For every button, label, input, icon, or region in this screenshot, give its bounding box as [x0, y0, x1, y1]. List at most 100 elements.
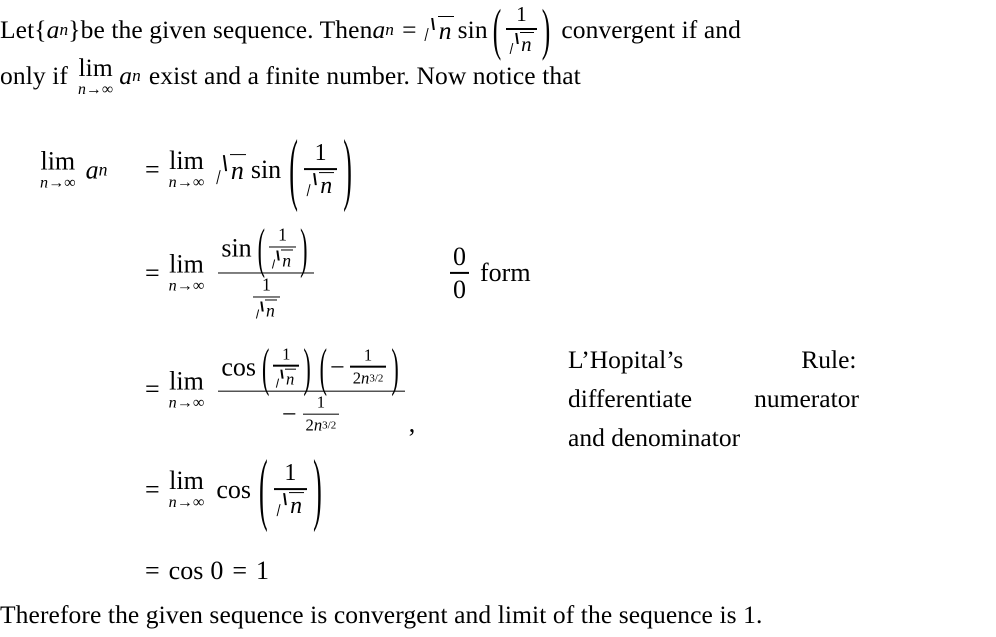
radicand-n: n: [289, 491, 305, 519]
fraction-numerator: 1: [314, 140, 327, 167]
paren-open: (: [492, 0, 502, 62]
main-fraction-bar: [218, 390, 405, 392]
brace-close: }: [68, 14, 81, 44]
annotation-and-denominator: and denominator: [568, 422, 741, 452]
limit-label: lim: [169, 146, 204, 176]
cos-arg-denominator: n: [273, 368, 299, 388]
limit-arrow: →: [48, 174, 65, 192]
limit-label: lim: [169, 466, 204, 496]
minus-sign-denominator: −: [281, 399, 297, 429]
limit-operator: lim n→∞: [169, 468, 205, 511]
fraction-numerator: cos ( 1 n ) (− 1 2 n 3/2): [218, 339, 404, 395]
limit-operator: lim n→∞: [169, 148, 205, 191]
radicand-n: n: [229, 154, 246, 185]
paren-close: ): [303, 336, 311, 397]
fraction-one-over-sqrt-n: 1 n: [506, 3, 537, 56]
radicand-n: n: [520, 31, 534, 56]
cos-function: cos: [216, 475, 251, 504]
fraction-denominator: − 1 2 n 3/2: [279, 393, 344, 435]
limit-infinity: ∞: [192, 174, 205, 192]
relation-equals: =: [145, 375, 160, 404]
equals-sign: =: [232, 556, 248, 585]
equals-sign: =: [402, 14, 417, 44]
derivative-fraction-bar: [349, 366, 387, 368]
sqrt-n: n: [425, 15, 454, 44]
fraction-denominator: 1 n: [248, 276, 285, 321]
inner-numerator: 1: [278, 224, 287, 245]
limit-subscript: n→∞: [78, 80, 114, 98]
sin-function: sin: [457, 14, 488, 44]
equation-5-rhs: = cos 0 = 1: [145, 556, 269, 586]
equation-1-rhs: = lim n→∞ n sin ( 1 n): [145, 124, 360, 214]
intro-paragraph-line-1: Let { a n } be the given sequence. Then …: [0, 0, 996, 62]
limit-operator: lim n→∞: [169, 251, 205, 294]
cos-function: cos: [168, 556, 204, 585]
term-symbol-a: a: [372, 14, 386, 44]
radical-sign: [256, 300, 265, 321]
radicand-n: n: [281, 249, 294, 271]
radical-sign: [425, 16, 438, 44]
sqrt-n-denominator: n: [256, 299, 277, 321]
sin-function: sin: [250, 155, 282, 184]
limit-infinity: ∞: [192, 494, 205, 512]
fraction-bar: [303, 168, 338, 170]
inner-fraction-bar: [269, 246, 297, 248]
limit-infinity: ∞: [101, 80, 114, 98]
limit-subscript: n→∞: [40, 175, 76, 191]
variable-n: n: [313, 415, 323, 435]
sqrt-n-inner: n: [272, 249, 294, 271]
sequence-subscript-n: n: [59, 20, 69, 40]
conclusion-paragraph: Therefore the given sequence is converge…: [0, 602, 996, 628]
fraction-denominator: n: [304, 171, 337, 199]
radical-sign: [216, 154, 230, 186]
inner-denominator: n: [269, 249, 296, 271]
fraction-numerator: sin ( 1 n ): [218, 218, 314, 276]
variable-n: n: [361, 368, 370, 388]
intro-text-exist-finite: exist and a finite number. Now notice th…: [148, 61, 581, 91]
annotation-numerator: numerator: [754, 383, 859, 413]
sin-function: sin: [221, 233, 252, 263]
limit-label: lim: [78, 53, 113, 82]
limit-var: n: [40, 174, 49, 192]
denominator-fraction-bar: [252, 296, 280, 298]
limit-subscript: n→∞: [169, 278, 205, 294]
cos-argument-zero: 0: [210, 556, 224, 585]
intro-text-given-sequence: be the given sequence. Then: [80, 14, 373, 44]
intro-text-only-if: only if: [0, 61, 68, 91]
limit-subscript: n→∞: [169, 495, 205, 511]
limit-arrow: →: [176, 277, 193, 295]
limit-label: lim: [169, 249, 204, 279]
limit-var: n: [168, 174, 177, 192]
term-symbol-a: a: [85, 155, 99, 184]
limit-arrow: →: [176, 394, 193, 412]
limit-value-one: 1: [256, 556, 270, 585]
paren-close: ): [541, 0, 551, 62]
paren-open: (: [257, 216, 266, 279]
denominator-fraction: 1 n: [252, 276, 280, 321]
annotation-row-3: and denominator: [568, 419, 859, 458]
limit-operator: lim n→∞: [78, 55, 113, 97]
brace-open: {: [34, 14, 47, 44]
annotation-row-1: L’Hopital’s Rule:: [568, 341, 859, 380]
equation-3-rhs: = lim n→∞ cos ( 1 n) (− 1 2 n 3/2) − …: [145, 339, 415, 438]
paren-open: (: [262, 336, 270, 397]
limit-label: lim: [40, 146, 76, 176]
paren-close-derivative: ): [391, 336, 399, 397]
fraction-bar: [273, 488, 308, 490]
intro-paragraph-line-2: only if lim n→∞ a n exist and a finite n…: [0, 55, 996, 97]
denominator-derivative-fraction: 1 2 n 3/2: [302, 393, 340, 435]
minus-sign: −: [330, 352, 345, 382]
radical-sign: [277, 492, 289, 519]
annotation-lhopitals: L’Hopital’s: [568, 345, 684, 374]
denominator-denominator: n: [253, 299, 280, 321]
equation-2-rhs: = lim n→∞ sin ( 1 n) 1 n: [145, 218, 316, 321]
sqrt-n-cos-arg: n: [276, 368, 297, 388]
annotation-differentiate: differentiate: [568, 383, 693, 413]
relation-equals: =: [145, 258, 160, 287]
note-fraction-bar: [450, 272, 469, 274]
sqrt-n: n: [216, 154, 246, 186]
conclusion-text: Therefore the given sequence is converge…: [0, 600, 763, 629]
coefficient-2: 2: [352, 368, 362, 388]
relation-equals: =: [145, 556, 160, 585]
paren-open: (: [259, 443, 268, 534]
